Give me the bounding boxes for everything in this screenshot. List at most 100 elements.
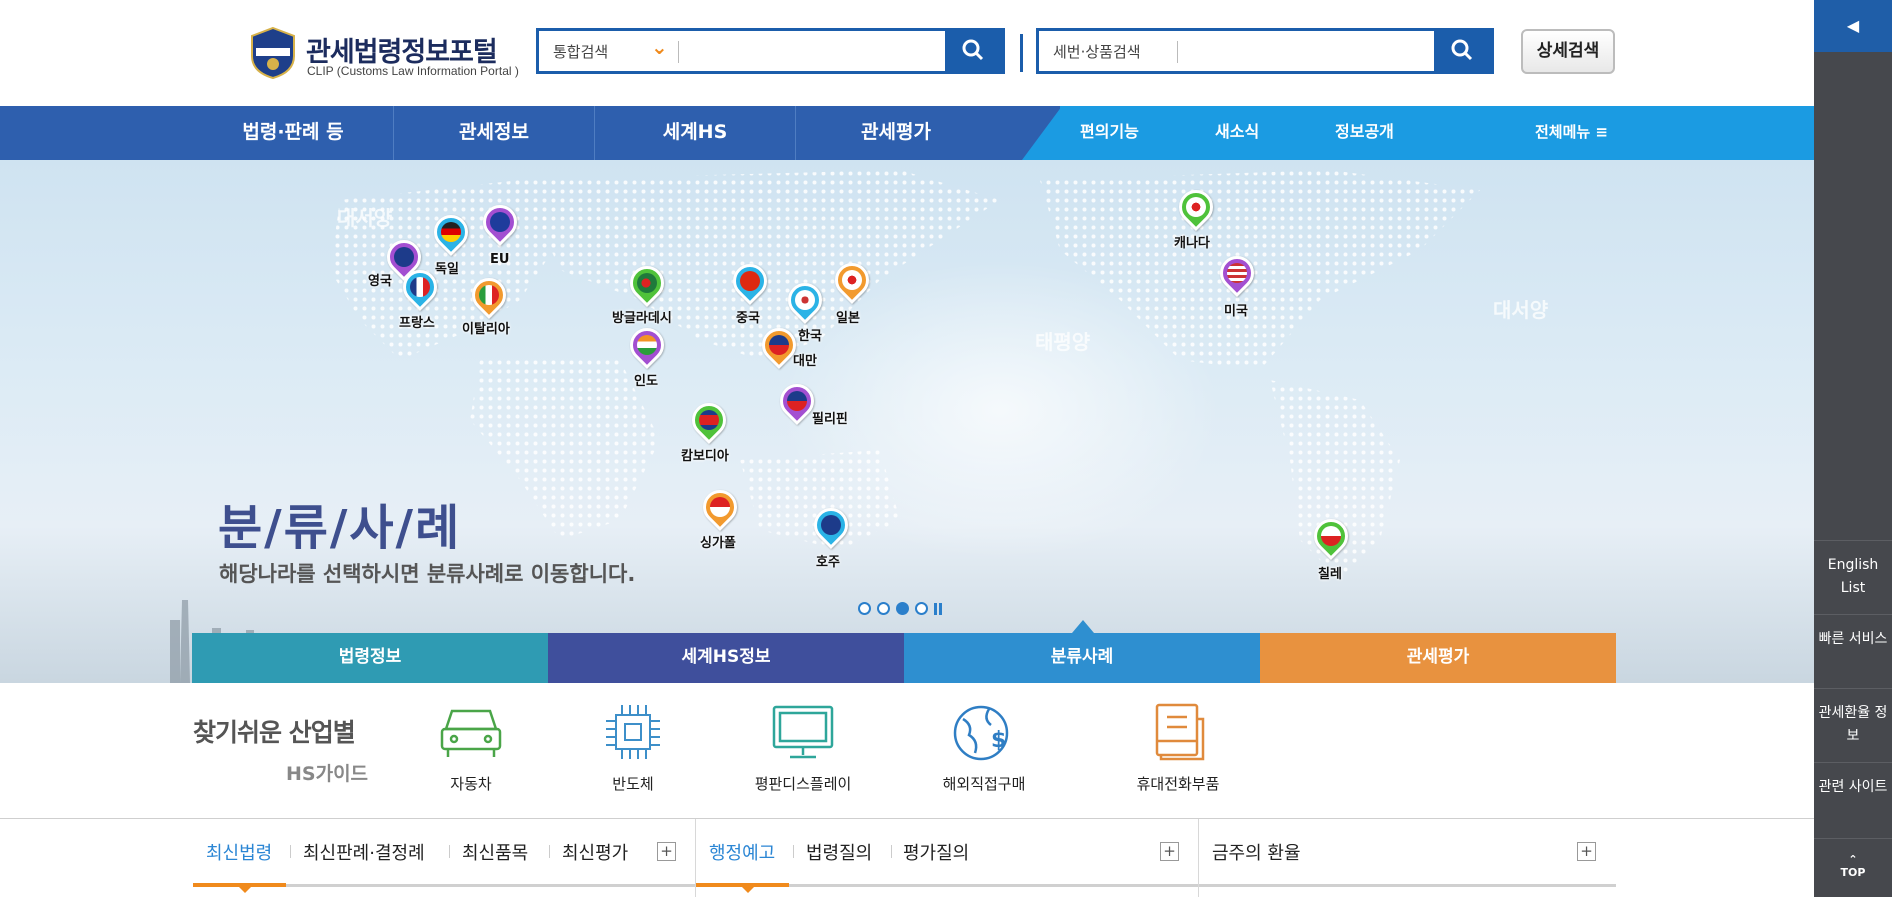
flag-icon	[394, 247, 414, 267]
scroll-top-button[interactable]: ⌃ TOP	[1814, 838, 1892, 897]
country-pin[interactable]	[622, 320, 672, 370]
map-pin-icon	[475, 197, 525, 247]
country-pin[interactable]	[426, 207, 476, 257]
map-pin-icon	[464, 270, 514, 320]
country-pin[interactable]	[780, 275, 830, 325]
slider-dot-active[interactable]	[896, 602, 909, 615]
country-label[interactable]: 미국	[1224, 300, 1248, 319]
industry-item-display[interactable]: 평판디스플레이	[733, 701, 873, 794]
tab-caret	[239, 887, 251, 893]
header: 관세법령정보포털 CLIP (Customs Law Information P…	[0, 0, 1814, 106]
nav-sub-disclosure[interactable]: 정보공개	[1335, 106, 1394, 160]
tab-valuation-inquiry[interactable]: 평가질의	[903, 839, 969, 865]
more-plus-button[interactable]: +	[657, 842, 676, 861]
flag-icon	[490, 212, 510, 232]
country-pin[interactable]	[695, 482, 745, 532]
tab-world-hs-info[interactable]: 세계HS정보	[548, 633, 904, 683]
industry-item-semiconductor[interactable]: 반도체	[563, 701, 703, 794]
map-pin-icon	[426, 207, 476, 257]
nav-sub-news[interactable]: 새소식	[1215, 106, 1259, 160]
industry-subtitle: HS가이드	[286, 763, 369, 785]
country-label[interactable]: 캄보디아	[681, 445, 729, 464]
country-label[interactable]: 캐나다	[1174, 232, 1210, 251]
customs-logo-icon[interactable]	[250, 26, 296, 80]
search-divider	[678, 41, 679, 63]
country-pin[interactable]	[464, 270, 514, 320]
nav-item-world-hs[interactable]: 세계HS	[595, 106, 795, 160]
tab-law-info[interactable]: 법령정보	[192, 633, 548, 683]
country-pin[interactable]	[1212, 248, 1262, 298]
country-label[interactable]: 중국	[736, 307, 760, 326]
country-label[interactable]: 필리핀	[812, 408, 848, 427]
country-label[interactable]: 방글라데시	[612, 307, 672, 326]
industry-item-phone-parts[interactable]: 휴대전화부품	[1108, 701, 1248, 794]
country-label[interactable]: EU	[490, 252, 509, 267]
bottom-tabs-area: 최신법령 최신판례·결정례 최신품목 최신평가 + 행정예고 법령질의 평가질의…	[0, 818, 1814, 897]
chevron-down-icon[interactable]: ⌄	[651, 35, 668, 59]
tab-latest-law[interactable]: 최신법령	[206, 839, 272, 865]
nav-item-valuation[interactable]: 관세평가	[796, 106, 996, 160]
tab-weekly-exchange-rate[interactable]: 금주의 환율	[1212, 839, 1301, 865]
flag-icon	[479, 285, 499, 305]
more-plus-button[interactable]: +	[1577, 842, 1596, 861]
country-label[interactable]: 싱가폴	[700, 532, 736, 551]
more-plus-button[interactable]: +	[1160, 842, 1179, 861]
nav-sub-area	[1060, 106, 1814, 160]
search-icon	[962, 39, 984, 61]
country-pin[interactable]	[827, 255, 877, 305]
country-pin[interactable]	[725, 256, 775, 306]
country-pin[interactable]	[622, 258, 672, 308]
tab-admin-notice[interactable]: 행정예고	[709, 839, 775, 865]
industry-item-car[interactable]: 자동차	[401, 701, 541, 794]
tab-latest-precedent[interactable]: 최신판례·결정례	[303, 839, 425, 865]
nav-sub-convenience[interactable]: 편의기능	[1080, 106, 1139, 160]
country-label[interactable]: 호주	[816, 551, 840, 570]
country-pin[interactable]	[475, 197, 525, 247]
slider-dot[interactable]	[858, 602, 871, 615]
country-label[interactable]: 프랑스	[399, 312, 435, 331]
tab-latest-valuation[interactable]: 최신평가	[562, 839, 628, 865]
nav-item-law[interactable]: 법령·판례 등	[193, 106, 393, 160]
sidebar-item-exchange-rate[interactable]: 관세환율 정보	[1814, 688, 1892, 762]
country-pin[interactable]	[1306, 511, 1356, 561]
industry-label: 평판디스플레이	[754, 775, 852, 793]
sidebar-item-related-sites[interactable]: 관련 사이트	[1814, 762, 1892, 838]
country-pin[interactable]	[684, 395, 734, 445]
country-label[interactable]: 칠레	[1318, 563, 1342, 582]
country-label[interactable]: 한국	[798, 325, 822, 344]
industry-item-direct-purchase[interactable]: $ 해외직접구매	[914, 701, 1054, 794]
tab-latest-item[interactable]: 최신품목	[462, 839, 528, 865]
all-menu-button[interactable]: 전체메뉴 ≡	[1535, 106, 1608, 160]
tab-valuation[interactable]: 관세평가	[1260, 633, 1616, 683]
hs-search-input[interactable]	[1183, 35, 1423, 67]
nav-item-customs-info[interactable]: 관세정보	[394, 106, 594, 160]
pause-icon[interactable]	[934, 603, 942, 615]
slider-dot[interactable]	[877, 602, 890, 615]
search-button[interactable]	[945, 31, 1002, 71]
sidebar-item-quick-service[interactable]: 빠른 서비스	[1814, 614, 1892, 688]
country-pin[interactable]	[1171, 182, 1221, 232]
integrated-search-box: 통합검색 ⌄	[536, 28, 1005, 74]
country-label[interactable]: 인도	[634, 370, 658, 389]
integrated-search-input[interactable]	[684, 35, 939, 67]
sidebar-item-english[interactable]: English List	[1814, 540, 1892, 614]
map-pin-icon	[725, 256, 775, 306]
flag-icon	[821, 515, 841, 535]
country-pin[interactable]	[395, 262, 445, 312]
sidebar-toggle-button[interactable]: ◀	[1814, 0, 1892, 52]
flag-icon	[1186, 197, 1206, 217]
tab-classification-cases[interactable]: 분류사례	[904, 633, 1260, 683]
slider-dot[interactable]	[915, 602, 928, 615]
country-pin[interactable]	[772, 376, 822, 426]
advanced-search-button[interactable]: 상세검색	[1521, 29, 1615, 74]
tab-caret	[742, 887, 754, 893]
country-label[interactable]: 일본	[836, 307, 860, 326]
tab-law-inquiry[interactable]: 법령질의	[806, 839, 872, 865]
country-label[interactable]: 대만	[793, 350, 817, 369]
country-pin[interactable]	[806, 500, 856, 550]
search-category-select[interactable]: 통합검색	[553, 41, 608, 62]
industry-title: 찾기쉬운 산업별	[193, 718, 356, 747]
hs-search-button[interactable]	[1434, 31, 1491, 71]
country-label[interactable]: 이탈리아	[462, 318, 510, 337]
country-label[interactable]: 영국	[368, 270, 392, 289]
